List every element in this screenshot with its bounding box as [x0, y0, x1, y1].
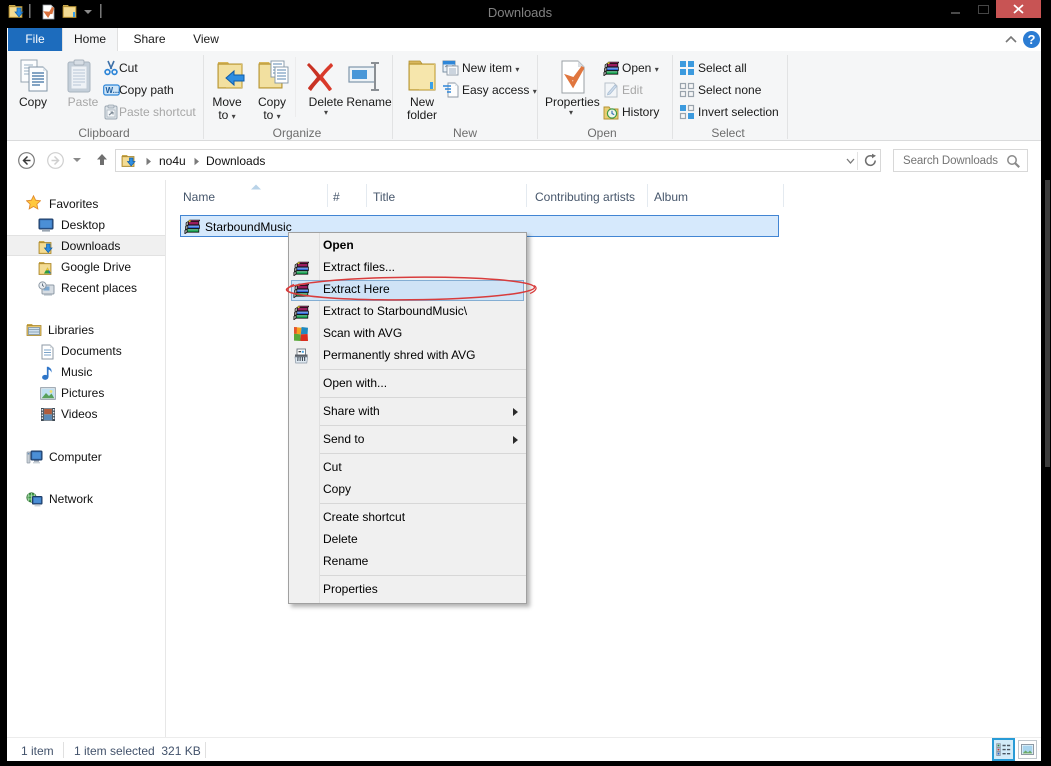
svg-text:W...: W... [106, 86, 120, 95]
